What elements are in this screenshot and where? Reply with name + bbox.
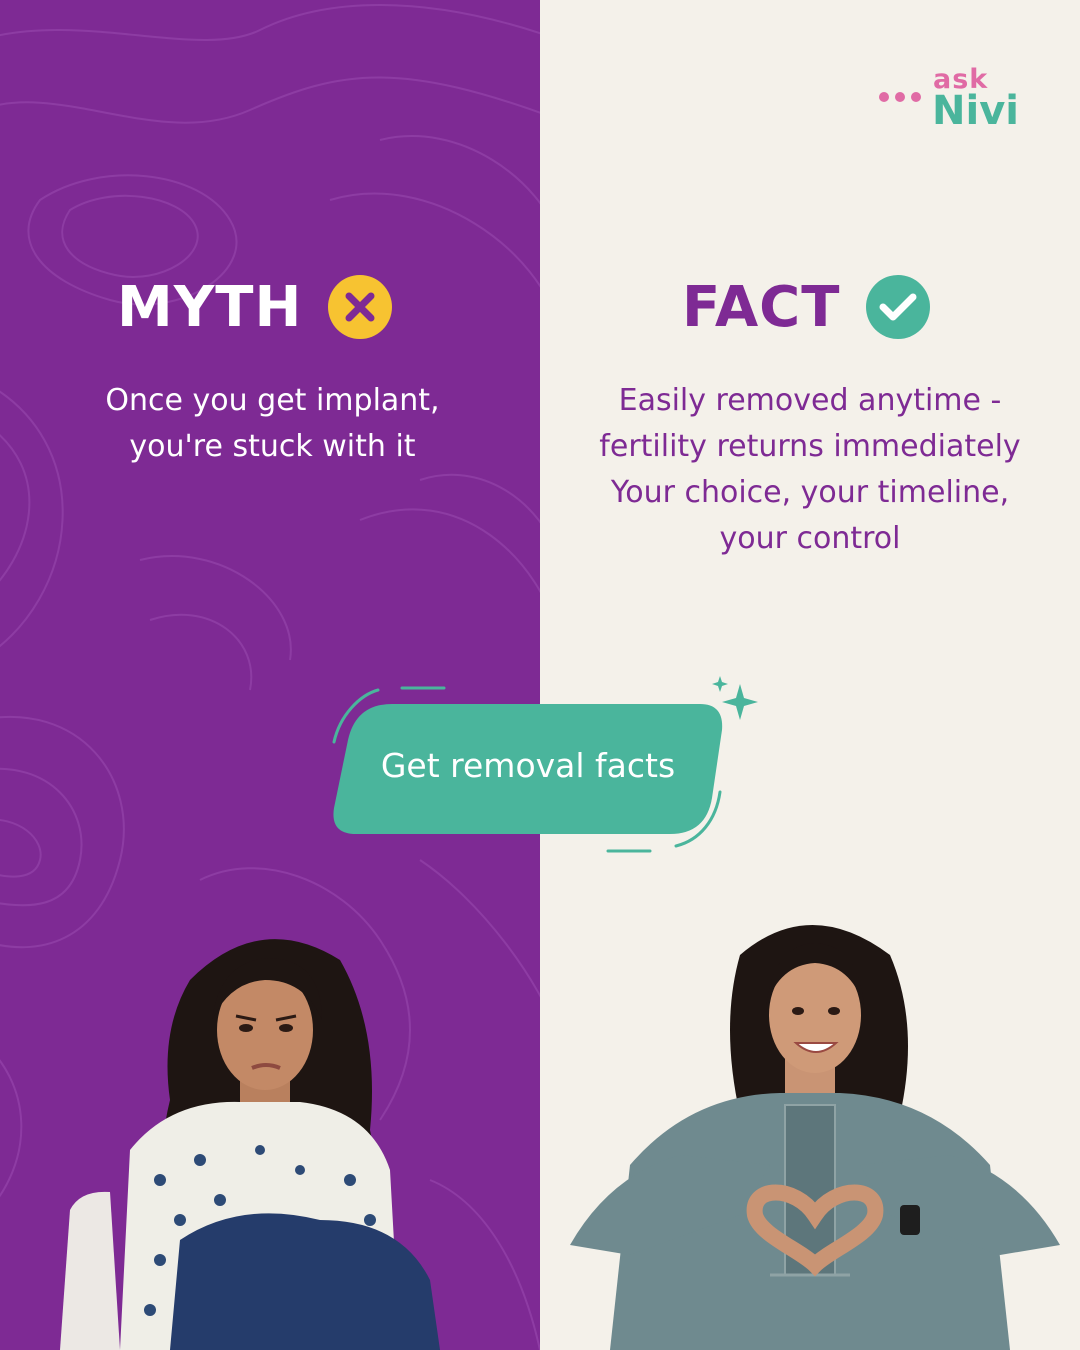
fact-line: fertility returns immediately (599, 429, 1021, 464)
brand-name-text: Nivi (932, 88, 1019, 134)
smiling-woman-heart-hands-photo (570, 925, 1060, 1350)
fact-statement: Easily removed anytime - fertility retur… (570, 378, 1050, 562)
x-circle-icon (328, 275, 393, 339)
myth-title: MYTH (117, 274, 303, 340)
check-circle-icon (866, 275, 931, 339)
myth-line: Once you get implant, (105, 383, 440, 418)
myth-line: you're stuck with it (129, 429, 416, 464)
dots-icon (879, 92, 921, 102)
fact-line: Easily removed anytime - (618, 383, 1002, 418)
asknivi-logo: ask Nivi (878, 64, 1019, 136)
fact-heading: FACT (682, 272, 931, 342)
cta-area: Get removal facts (320, 670, 770, 860)
fact-line: Your choice, your timeline, (610, 475, 1010, 510)
get-removal-facts-button[interactable]: Get removal facts (348, 704, 708, 826)
myth-statement: Once you get implant, you're stuck with … (40, 378, 505, 470)
myth-heading: MYTH (117, 272, 393, 342)
fact-title: FACT (682, 274, 841, 340)
fact-line: your control (719, 521, 901, 556)
worried-woman-photo (60, 939, 440, 1350)
